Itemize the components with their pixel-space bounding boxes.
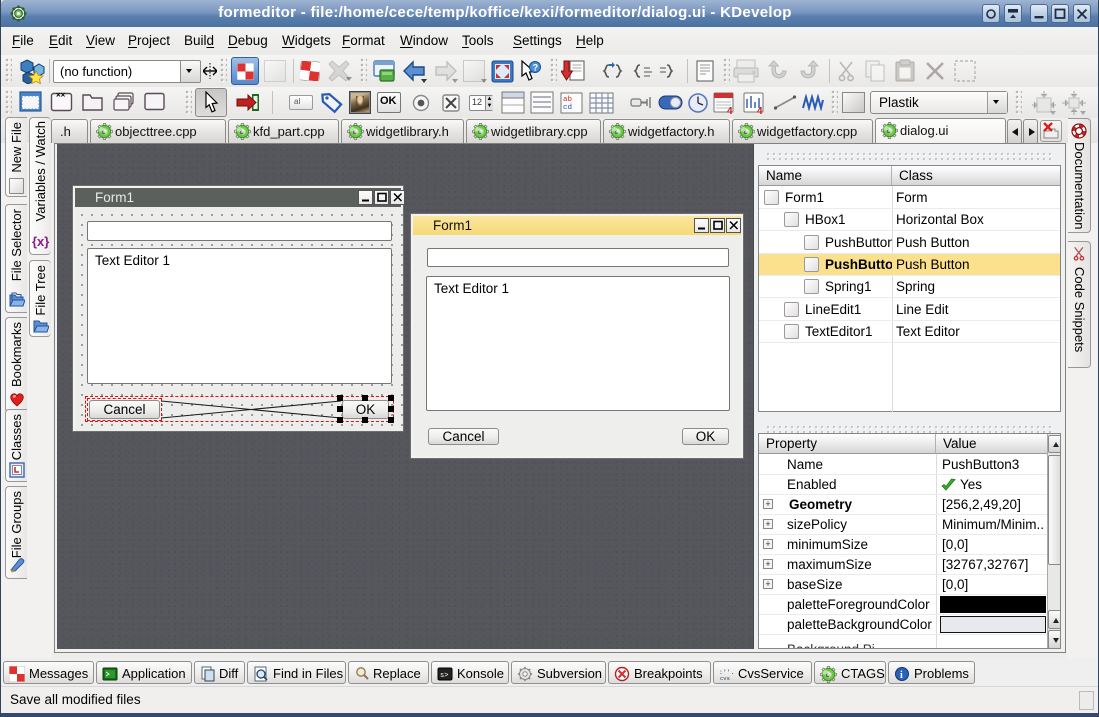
svg-text:s>: s> — [440, 672, 448, 680]
svg-text:?: ? — [533, 63, 539, 73]
svg-text:4: 4 — [757, 106, 763, 115]
svg-text:ab: ab — [563, 96, 572, 104]
svg-text:i: i — [900, 670, 903, 681]
svg-text:4: 4 — [727, 106, 733, 115]
svg-text:cd: cd — [563, 104, 572, 112]
svg-text:cvs: cvs — [720, 675, 730, 682]
svg-text:××: ×× — [56, 91, 66, 100]
